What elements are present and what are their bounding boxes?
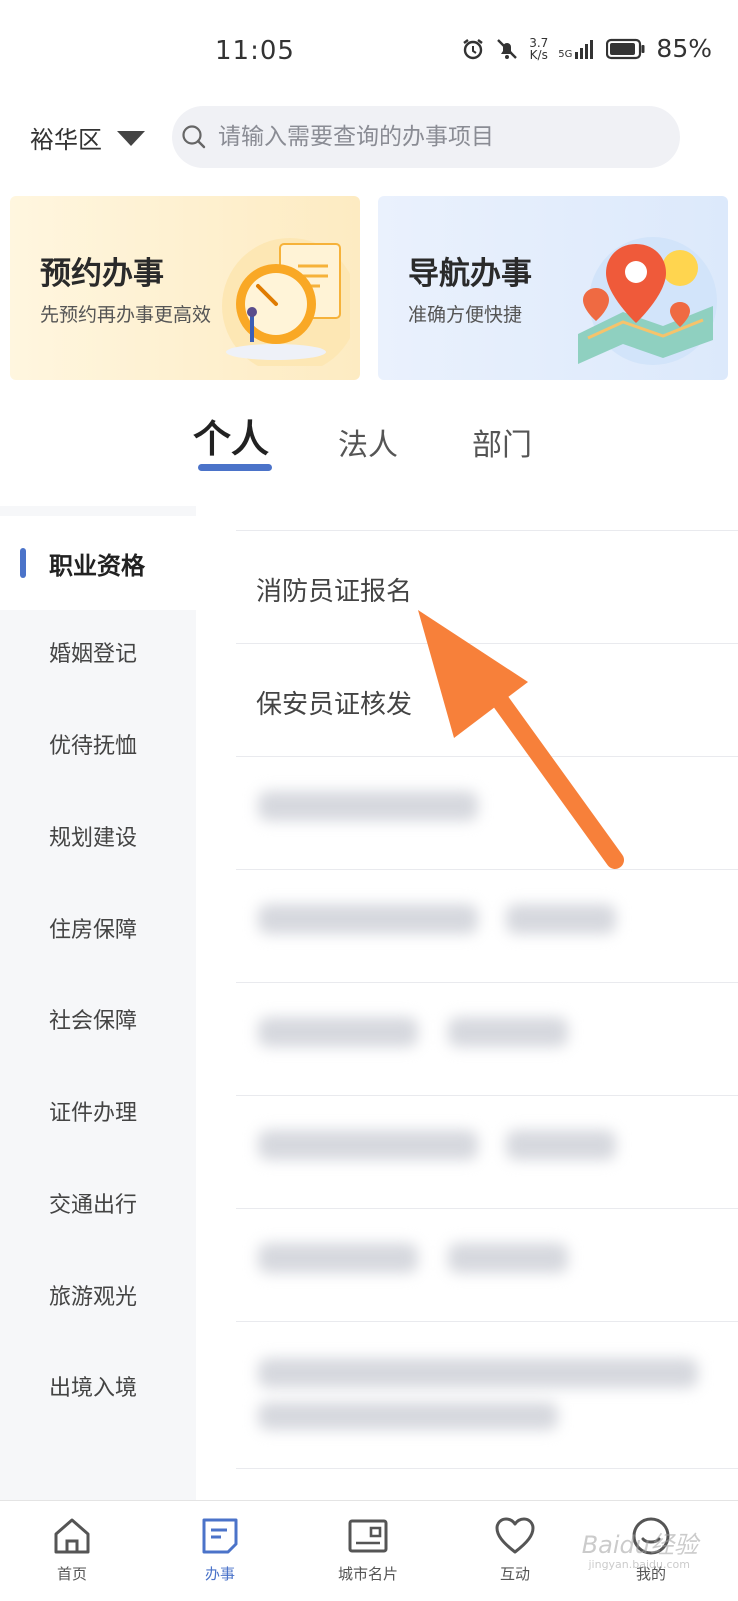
blurred-text	[258, 1402, 558, 1430]
status-icons: 3.7 K/s 5G 85%	[461, 34, 712, 63]
active-indicator	[20, 548, 26, 578]
category-tabs: 个人 法人 部门	[0, 410, 738, 480]
blurred-service-item[interactable]	[236, 1321, 738, 1462]
sidebar-item-certificates[interactable]: 证件办理	[0, 1064, 196, 1158]
nav-services[interactable]: 办事	[165, 1515, 275, 1584]
speed-value: 3.7	[529, 35, 549, 50]
blurred-text	[448, 1017, 568, 1047]
tab-personal[interactable]: 个人	[193, 408, 269, 463]
nav-label: 互动	[499, 1565, 530, 1583]
sidebar-item-preferential[interactable]: 优待抚恤	[0, 697, 196, 791]
sidebar-item-professional-qualification[interactable]: 职业资格	[0, 516, 196, 610]
sidebar-item-label: 交通出行	[49, 1193, 138, 1218]
card-icon	[348, 1519, 388, 1553]
mute-icon	[497, 38, 518, 59]
blurred-text	[258, 1358, 698, 1388]
nav-label: 办事	[204, 1565, 235, 1583]
status-bar: 11:05 3.7 K/s 5G 85%	[0, 0, 738, 100]
sidebar-item-label: 规划建设	[49, 826, 138, 851]
blurred-text	[448, 1243, 568, 1273]
sidebar-item-marriage[interactable]: 婚姻登记	[0, 605, 196, 699]
clock: 11:05	[215, 36, 295, 66]
speedometer-illustration-icon	[222, 238, 350, 366]
navigation-subtitle: 准确方便快捷	[408, 304, 523, 326]
sidebar-item-label: 职业资格	[49, 551, 145, 580]
blurred-text	[258, 1243, 418, 1273]
appointment-subtitle: 先预约再办事更高效	[40, 304, 212, 326]
sidebar-item-label: 证件办理	[49, 1101, 138, 1126]
alarm-icon	[463, 38, 483, 59]
blurred-service-item[interactable]	[236, 982, 738, 1096]
battery-icon	[606, 38, 645, 59]
blurred-text	[258, 1017, 418, 1047]
sidebar-item-label: 婚姻登记	[49, 642, 138, 667]
sidebar-item-social-security[interactable]: 社会保障	[0, 972, 196, 1066]
blurred-service-item[interactable]	[236, 1208, 738, 1322]
blurred-text	[258, 904, 478, 934]
watermark: Baidu经验	[581, 1531, 698, 1559]
navigation-banner[interactable]: 导航办事 准确方便快捷	[378, 196, 728, 380]
search-icon	[182, 125, 206, 149]
nav-home[interactable]: 首页	[17, 1515, 127, 1584]
service-label: 消防员证报名	[256, 577, 413, 607]
nav-label: 首页	[56, 1565, 87, 1583]
speed-unit: K/s	[529, 47, 548, 62]
sidebar-item-label: 社会保障	[49, 1009, 138, 1034]
network-type: 5G	[558, 48, 573, 60]
tab-legal-person[interactable]: 法人	[338, 420, 398, 464]
network-speed: 3.7 K/s	[529, 37, 548, 61]
blurred-text	[258, 1130, 478, 1160]
sidebar-item-label: 住房保障	[49, 918, 138, 943]
heart-icon	[495, 1517, 535, 1554]
sidebar-item-transport[interactable]: 交通出行	[0, 1156, 196, 1250]
blurred-service-item[interactable]	[236, 1095, 738, 1209]
sidebar-item-label: 旅游观光	[49, 1285, 138, 1310]
navigation-title: 导航办事	[408, 256, 532, 292]
sidebar-item-tourism[interactable]: 旅游观光	[0, 1248, 196, 1342]
sidebar-item-housing[interactable]: 住房保障	[0, 881, 196, 975]
appointment-banner[interactable]: 预约办事 先预约再办事更高效	[10, 196, 360, 380]
appointment-title: 预约办事	[40, 256, 164, 292]
nav-interaction[interactable]: 互动	[460, 1515, 570, 1584]
battery-percent: 85%	[656, 34, 712, 63]
home-icon	[54, 1518, 90, 1554]
blurred-text	[506, 1130, 616, 1160]
nav-label: 城市名片	[337, 1565, 398, 1583]
sidebar-item-planning[interactable]: 规划建设	[0, 789, 196, 883]
blurred-text	[506, 904, 616, 934]
sidebar-item-label: 出境入境	[49, 1376, 138, 1401]
signal-icon: 5G	[558, 38, 596, 60]
document-icon	[202, 1518, 238, 1554]
region-label: 裕华区	[30, 126, 102, 154]
active-tab-indicator	[198, 464, 272, 471]
list-divider	[236, 1468, 738, 1499]
category-sidebar: 职业资格 婚姻登记 优待抚恤 规划建设 住房保障 社会保障 证件办理 交通出行 …	[0, 506, 196, 1500]
tab-department[interactable]: 部门	[472, 420, 532, 464]
sidebar-item-exit-entry[interactable]: 出境入境	[0, 1339, 196, 1433]
annotation-arrow-icon	[418, 610, 624, 869]
search-input[interactable]	[216, 123, 660, 151]
watermark-url: jingyan.baidu.com	[588, 1558, 690, 1571]
dropdown-triangle-icon	[117, 130, 145, 146]
service-label: 保安员证核发	[256, 690, 413, 720]
map-pin-illustration-icon	[578, 237, 717, 365]
nav-city-card[interactable]: 城市名片	[313, 1515, 423, 1584]
region-selector[interactable]: 裕华区	[30, 120, 146, 155]
search-bar[interactable]	[172, 106, 680, 168]
sidebar-item-label: 优待抚恤	[49, 734, 138, 759]
